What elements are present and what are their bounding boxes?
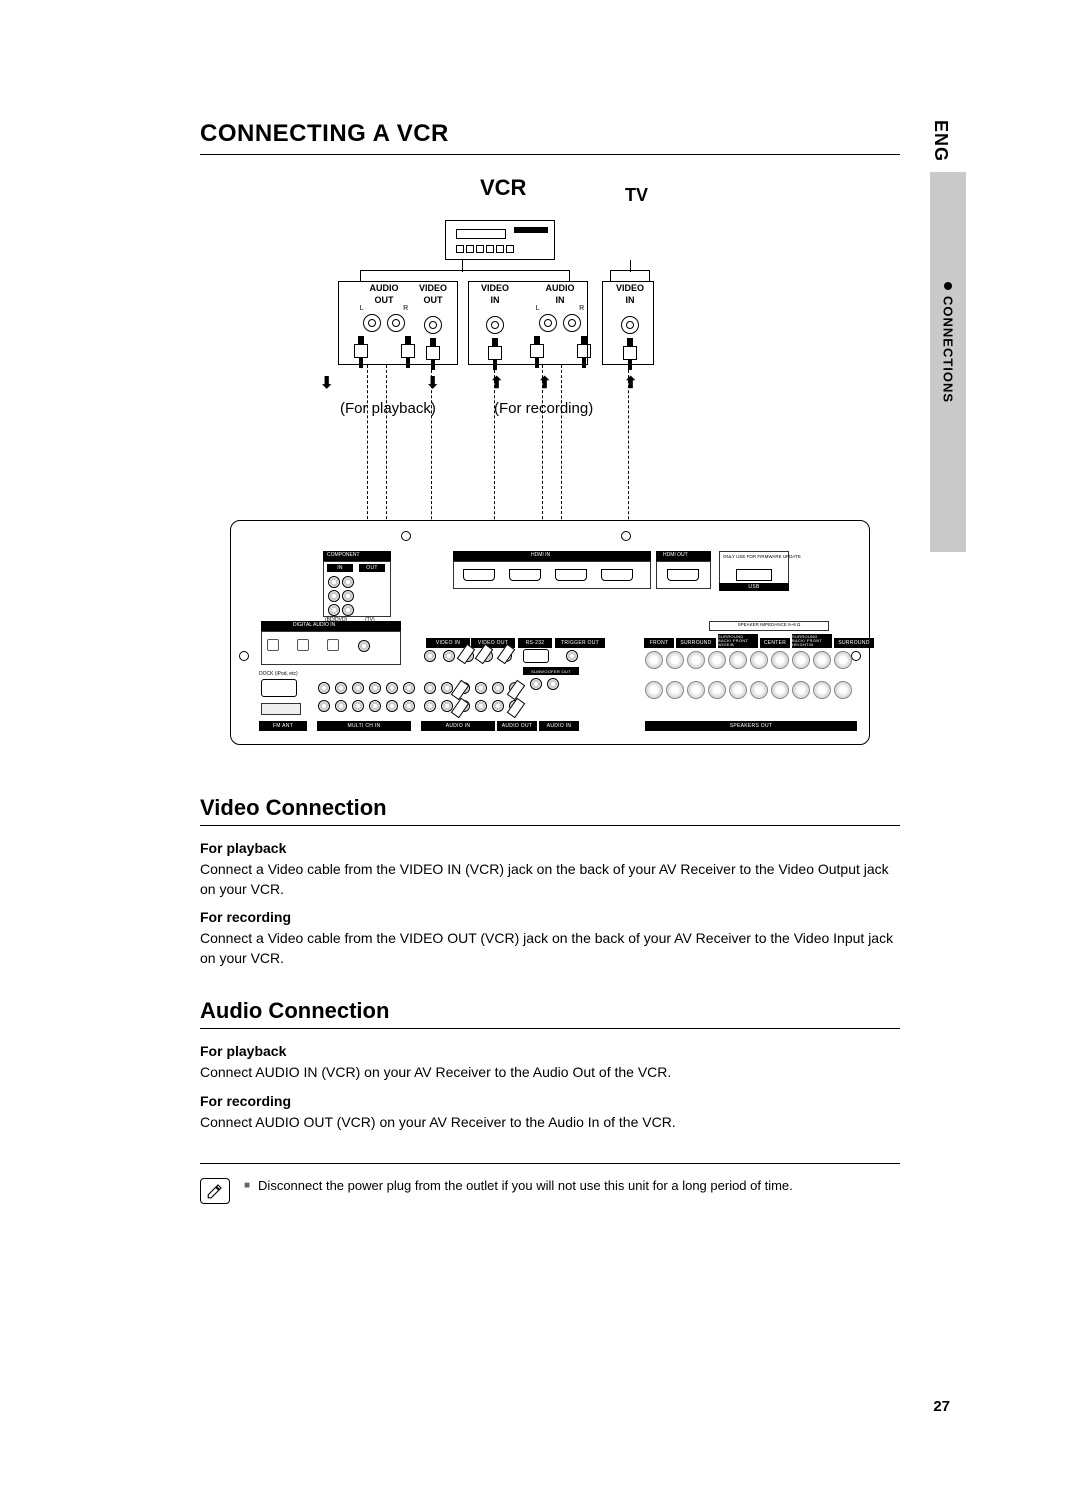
arrow-down-icon: ⬇ (320, 373, 333, 393)
arrow-up-icon: ⬆ (490, 373, 503, 393)
vcr-label: VCR (480, 175, 526, 201)
arrow-up-icon: ⬆ (538, 373, 551, 393)
section-heading: Audio Connection (200, 998, 900, 1029)
spk-sb1-label: SURROUND BACK/ FRONT WIDE/B (718, 634, 758, 648)
spk-surround-label2: SURROUND (834, 638, 874, 648)
subheading: For playback (200, 1043, 900, 1059)
page-number: 27 (933, 1398, 950, 1415)
in-label: IN (327, 564, 353, 572)
bullet-icon: ■ (244, 1180, 250, 1191)
subheading: For recording (200, 909, 900, 925)
audio-connection-section: Audio Connection For playback Connect AU… (200, 998, 900, 1132)
impedance-label: SPEAKER IMPEDANCE 6~8 Ω (709, 621, 829, 631)
body-text: Connect AUDIO IN (VCR) on your AV Receiv… (200, 1063, 900, 1083)
video-connection-section: Video Connection For playback Connect a … (200, 795, 900, 968)
arrow-down-icon: ⬇ (426, 373, 439, 393)
subheading: For recording (200, 1093, 900, 1109)
note-pencil-icon (200, 1178, 230, 1204)
spk-center-label: CENTER (760, 638, 790, 648)
speakers-out-label: SPEAKERS OUT (645, 721, 857, 731)
body-text: Connect a Video cable from the VIDEO IN … (200, 860, 900, 899)
video-in-label: VIDEO IN (426, 638, 470, 648)
spk-surround-label: SURROUND (676, 638, 716, 648)
note-text: Disconnect the power plug from the outle… (258, 1178, 793, 1193)
connection-diagram: VCR TV AUDIO OUT LR VIDEO OUT VIDEO IN (230, 175, 870, 755)
arrow-up-icon: ⬆ (624, 373, 637, 393)
hdmi-in-label: HDMI IN (531, 552, 550, 558)
tab-bullet-icon (944, 282, 952, 290)
language-label: ENG (930, 120, 951, 162)
hdmi-out-label: HDMI OUT (663, 552, 688, 558)
digital-audio-label: DIGITAL AUDIO IN (293, 622, 335, 628)
spk-sb2-label: SURROUND BACK/ FRONT HEIGHT/B (792, 634, 832, 648)
rs232-label: RS-232 (518, 638, 552, 648)
audio-in-label2: AUDIO IN (539, 721, 579, 731)
dock-label: DOCK (iPod, etc) (259, 671, 298, 677)
multi-ch-label: MULTI CH IN (317, 721, 411, 731)
usb-note: ONLY USE FOR FIRMWARE UPDATE (723, 554, 801, 559)
subwoofer-label: SUBWOOFER OUT (523, 667, 579, 675)
section-heading: Video Connection (200, 795, 900, 826)
audio-out-label: AUDIO OUT (497, 721, 537, 731)
vcr-device-icon (445, 220, 555, 260)
page-content: CONNECTING A VCR VCR TV AUDIO OUT LR VID… (200, 120, 900, 1204)
audio-in-label: AUDIO IN (421, 721, 495, 731)
playback-label: (For playback) (340, 400, 436, 417)
section-tab: CONNECTIONS (930, 172, 966, 552)
trigger-out-label: TRIGGER OUT (555, 638, 605, 648)
side-tab: ENG CONNECTIONS (930, 120, 970, 552)
recording-label: (For recording) (494, 400, 593, 417)
tab-label: CONNECTIONS (941, 296, 956, 403)
fm-ant-label: FM ANT (259, 721, 307, 731)
component-label: COMPONENT (327, 552, 360, 558)
usb-label: USB (719, 583, 789, 591)
tv-label: TV (625, 185, 648, 206)
receiver-back-panel: COMPONENT HDMI IN HDMI OUT IN OUT (BD/DV… (230, 520, 870, 745)
page-title: CONNECTING A VCR (200, 120, 900, 155)
out-label: OUT (359, 564, 385, 572)
subheading: For playback (200, 840, 900, 856)
note-box: ■ Disconnect the power plug from the out… (200, 1163, 900, 1204)
body-text: Connect a Video cable from the VIDEO OUT… (200, 929, 900, 968)
body-text: Connect AUDIO OUT (VCR) on your AV Recei… (200, 1113, 900, 1133)
spk-front-label: FRONT (644, 638, 674, 648)
